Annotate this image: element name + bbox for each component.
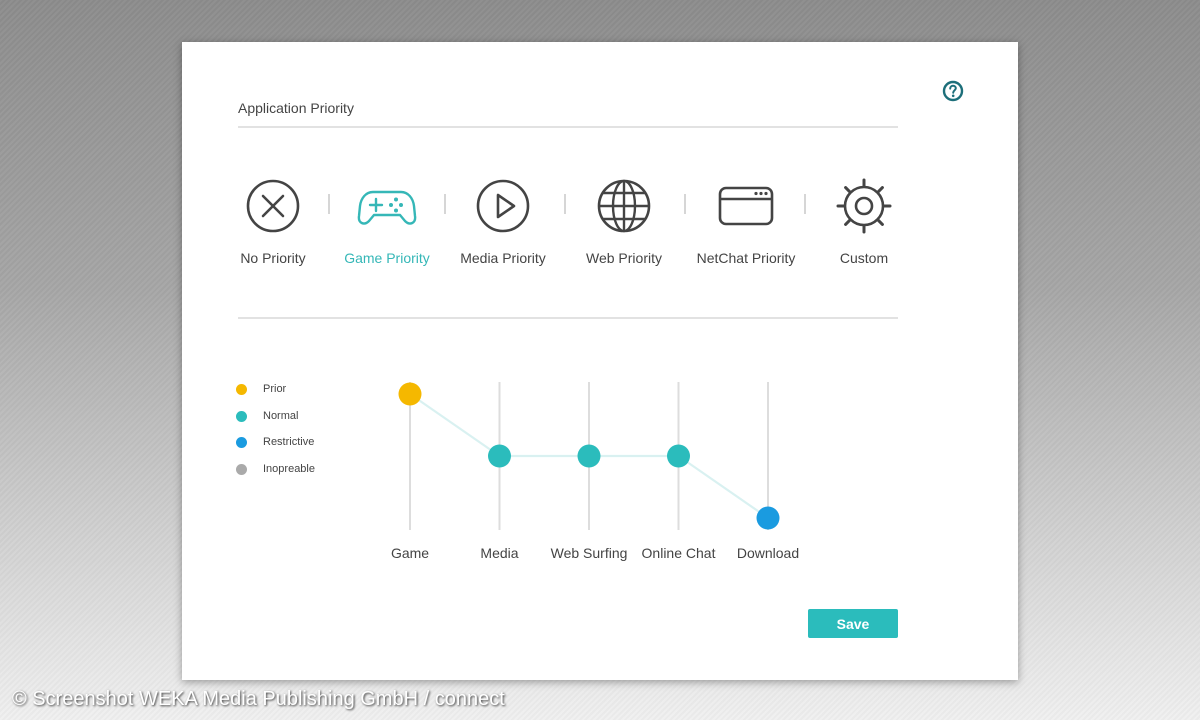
mode-netchat-priority[interactable]: NetChat Priority: [681, 172, 811, 272]
mode-media-priority[interactable]: Media Priority: [438, 172, 568, 272]
play-circle-icon: [476, 179, 530, 233]
legend-dot: [236, 463, 247, 475]
application-priority-panel: Application Priority No Priority Game Pr: [182, 42, 1018, 680]
mode-label: Web Priority: [586, 250, 662, 266]
category-label: Web Surfing: [551, 545, 628, 561]
mode-label: Custom: [839, 250, 889, 266]
category-label: Online Chat: [642, 545, 716, 561]
legend-label: Normal: [263, 409, 299, 422]
section-title: Application Priority: [238, 100, 354, 116]
legend-dot: [236, 384, 247, 395]
legend-label: Inopreable: [263, 462, 315, 475]
category-label: Media: [480, 545, 518, 561]
priority-point: [756, 506, 780, 530]
close-circle-icon: [246, 179, 300, 233]
gamepad-icon: [357, 190, 417, 225]
legend-dot: [236, 437, 247, 448]
modes-divider: [238, 317, 898, 319]
copyright-watermark: © Screenshot WEKA Media Publishing GmbH …: [12, 688, 505, 710]
mode-label: Media Priority: [460, 250, 546, 266]
priority-chart: Game Media Web Surfing Online Chat Download: [391, 382, 799, 561]
priority-connector: [677, 455, 769, 519]
chat-window-icon: [718, 186, 774, 226]
legend-dot: [236, 410, 247, 422]
save-button[interactable]: Save: [808, 609, 898, 638]
priority-connector: [409, 393, 501, 457]
help-circle-icon[interactable]: [942, 80, 964, 102]
mode-label: Game Priority: [344, 250, 430, 266]
priority-point: [488, 444, 511, 468]
priority-point: [667, 444, 690, 468]
category-label: Download: [737, 545, 799, 561]
priority-modes: No Priority Game Priority Media Priority: [182, 172, 1018, 282]
mode-game-priority[interactable]: Game Priority: [322, 172, 452, 272]
title-divider: [238, 126, 898, 128]
legend-label: Restrictive: [263, 436, 315, 448]
priority-point: [398, 382, 422, 406]
mode-no-priority[interactable]: No Priority: [208, 172, 338, 272]
priority-point: [577, 444, 601, 468]
globe-icon: [597, 179, 651, 233]
gear-icon: [836, 178, 892, 234]
category-label: Game: [391, 545, 429, 561]
mode-web-priority[interactable]: Web Priority: [559, 172, 689, 272]
mode-label: No Priority: [240, 250, 306, 266]
mode-custom[interactable]: Custom: [799, 172, 929, 272]
legend-label: Prior: [263, 383, 287, 395]
mode-label: NetChat Priority: [696, 250, 796, 266]
